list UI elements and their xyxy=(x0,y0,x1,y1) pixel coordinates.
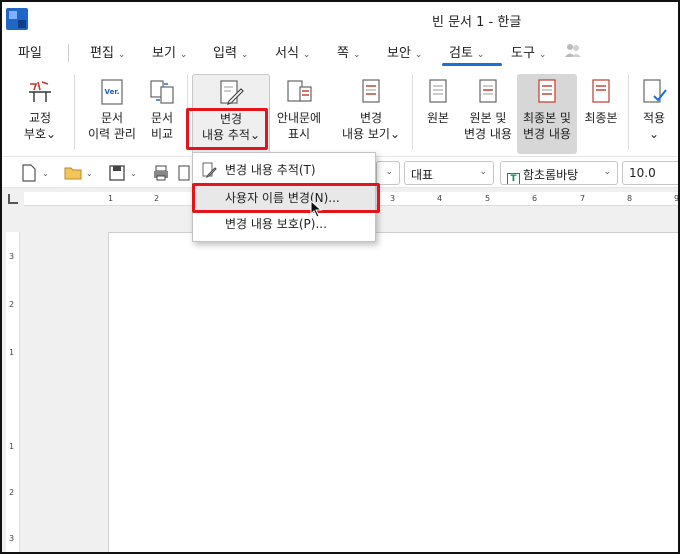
chevron-down-icon: ⌄ xyxy=(414,50,423,60)
ribbon-divider xyxy=(74,74,75,150)
chevron-down-icon[interactable]: ⌄ xyxy=(42,169,49,178)
chevron-down-icon: ⌄ xyxy=(302,50,311,60)
save-disk-icon[interactable] xyxy=(108,164,126,182)
original-document-icon xyxy=(429,79,447,103)
compare-documents-icon xyxy=(150,80,174,104)
document-page[interactable] xyxy=(108,232,678,552)
menu-view[interactable]: 보기 ⌄ xyxy=(152,42,187,61)
version-badge-text: Ver. xyxy=(105,88,120,96)
font-select[interactable]: T 함초롬바탕 ⌄ xyxy=(500,161,618,185)
original-changes-icon xyxy=(479,79,497,103)
menu-security[interactable]: 보안 ⌄ xyxy=(387,42,422,61)
document-area: 1 2 2 3 4 5 6 7 8 9 3 2 1 1 2 3 xyxy=(2,188,678,552)
apply-button[interactable]: 적용 ⌄ xyxy=(636,78,672,142)
menu-format[interactable]: 서식 ⌄ xyxy=(275,42,310,61)
chevron-down-icon: ⌄ xyxy=(538,50,547,60)
chevron-down-icon: ⌄ xyxy=(385,167,393,177)
view-changes-icon xyxy=(362,79,380,103)
version-document-icon: Ver. xyxy=(101,79,123,105)
open-folder-icon[interactable] xyxy=(64,164,82,182)
original-view-button[interactable]: 원본 xyxy=(420,78,456,126)
dropdown-item-track-changes[interactable]: 변경 내용 추적(T) xyxy=(193,157,375,183)
show-in-balloon-button[interactable]: 안내문에 표시 xyxy=(274,78,324,142)
chevron-down-icon: ⌄ xyxy=(352,50,361,60)
final-document-icon xyxy=(592,79,610,103)
document-compare-button[interactable]: 문서 비교 xyxy=(142,78,182,142)
window-frame: 빈 문서 1 - 한글 파일 편집 ⌄ 보기 ⌄ 입력 ⌄ 서식 ⌄ 쪽 ⌄ 보안 ⌄ 검토… xyxy=(0,0,680,554)
style-select[interactable]: 대표 ⌄ xyxy=(404,161,494,185)
chevron-down-icon: ⌄ xyxy=(479,167,487,177)
proof-marks-button[interactable]: 교정 부호⌄ xyxy=(18,78,62,142)
chevron-down-icon: ⌄ xyxy=(476,50,485,60)
view-changes-button[interactable]: 변경 내용 보기⌄ xyxy=(338,78,404,142)
dropdown-item-change-user-name[interactable]: 사용자 이름 변경(N)... xyxy=(193,185,375,211)
final-view-button[interactable]: 최종본 xyxy=(580,78,622,126)
balloon-document-icon xyxy=(287,80,312,102)
hangul-app-icon xyxy=(6,8,28,30)
chevron-down-icon: ⌄ xyxy=(603,167,611,177)
style-select-edge[interactable]: ⌄ xyxy=(376,161,400,185)
document-history-button[interactable]: Ver. 문서 이력 관리 xyxy=(84,78,140,142)
menu-tools[interactable]: 도구 ⌄ xyxy=(511,42,546,61)
collaborate-icon[interactable] xyxy=(564,42,582,58)
chevron-down-icon: ⌄ xyxy=(117,50,126,60)
track-changes-button[interactable]: 변경 내용 추적⌄ xyxy=(192,74,270,154)
apply-check-icon xyxy=(643,79,667,103)
menu-page[interactable]: 쪽 ⌄ xyxy=(337,42,361,61)
ribbon-divider xyxy=(412,74,413,150)
menu-insert[interactable]: 입력 ⌄ xyxy=(213,42,248,61)
original-and-changes-button[interactable]: 원본 및 변경 내용 xyxy=(460,78,516,142)
print-icon[interactable] xyxy=(152,164,170,182)
menu-divider xyxy=(68,44,69,62)
proof-mark-icon xyxy=(29,81,51,102)
track-changes-pencil-icon xyxy=(202,162,217,178)
chevron-down-icon[interactable]: ⌄ xyxy=(130,169,137,178)
mouse-pointer-icon xyxy=(310,200,323,218)
tab-stop-selector[interactable] xyxy=(8,194,18,204)
chevron-down-icon[interactable]: ⌄ xyxy=(86,169,93,178)
menu-review[interactable]: 검토 ⌄ xyxy=(449,42,484,61)
new-document-icon[interactable] xyxy=(20,164,38,182)
window-title: 빈 문서 1 - 한글 xyxy=(432,15,522,30)
dropdown-item-protect-changes[interactable]: 변경 내용 보호(P)... xyxy=(193,211,375,237)
menu-file[interactable]: 파일 xyxy=(18,42,42,61)
track-changes-dropdown: 변경 내용 추적(T) 사용자 이름 변경(N)... 변경 내용 보호(P).… xyxy=(192,152,376,242)
font-type-icon: T xyxy=(507,173,520,184)
final-changes-icon xyxy=(538,79,556,103)
chevron-down-icon: ⌄ xyxy=(179,50,188,60)
review-ribbon: 교정 부호⌄ Ver. 문서 이력 관리 문서 비교 변경 내용 추적⌄ 안내문… xyxy=(2,66,678,156)
font-size-select[interactable]: 10.0 xyxy=(622,161,678,185)
vertical-ruler[interactable]: 3 2 1 1 2 3 xyxy=(6,232,20,552)
ribbon-divider xyxy=(187,74,188,150)
menu-edit[interactable]: 편집 ⌄ xyxy=(90,42,125,61)
ribbon-divider xyxy=(628,74,629,150)
final-and-changes-button[interactable]: 최종본 및 변경 내용 xyxy=(517,74,577,154)
chevron-down-icon: ⌄ xyxy=(240,50,249,60)
track-changes-pencil-icon xyxy=(220,80,244,105)
title-bar: 빈 문서 1 - 한글 xyxy=(2,2,678,36)
